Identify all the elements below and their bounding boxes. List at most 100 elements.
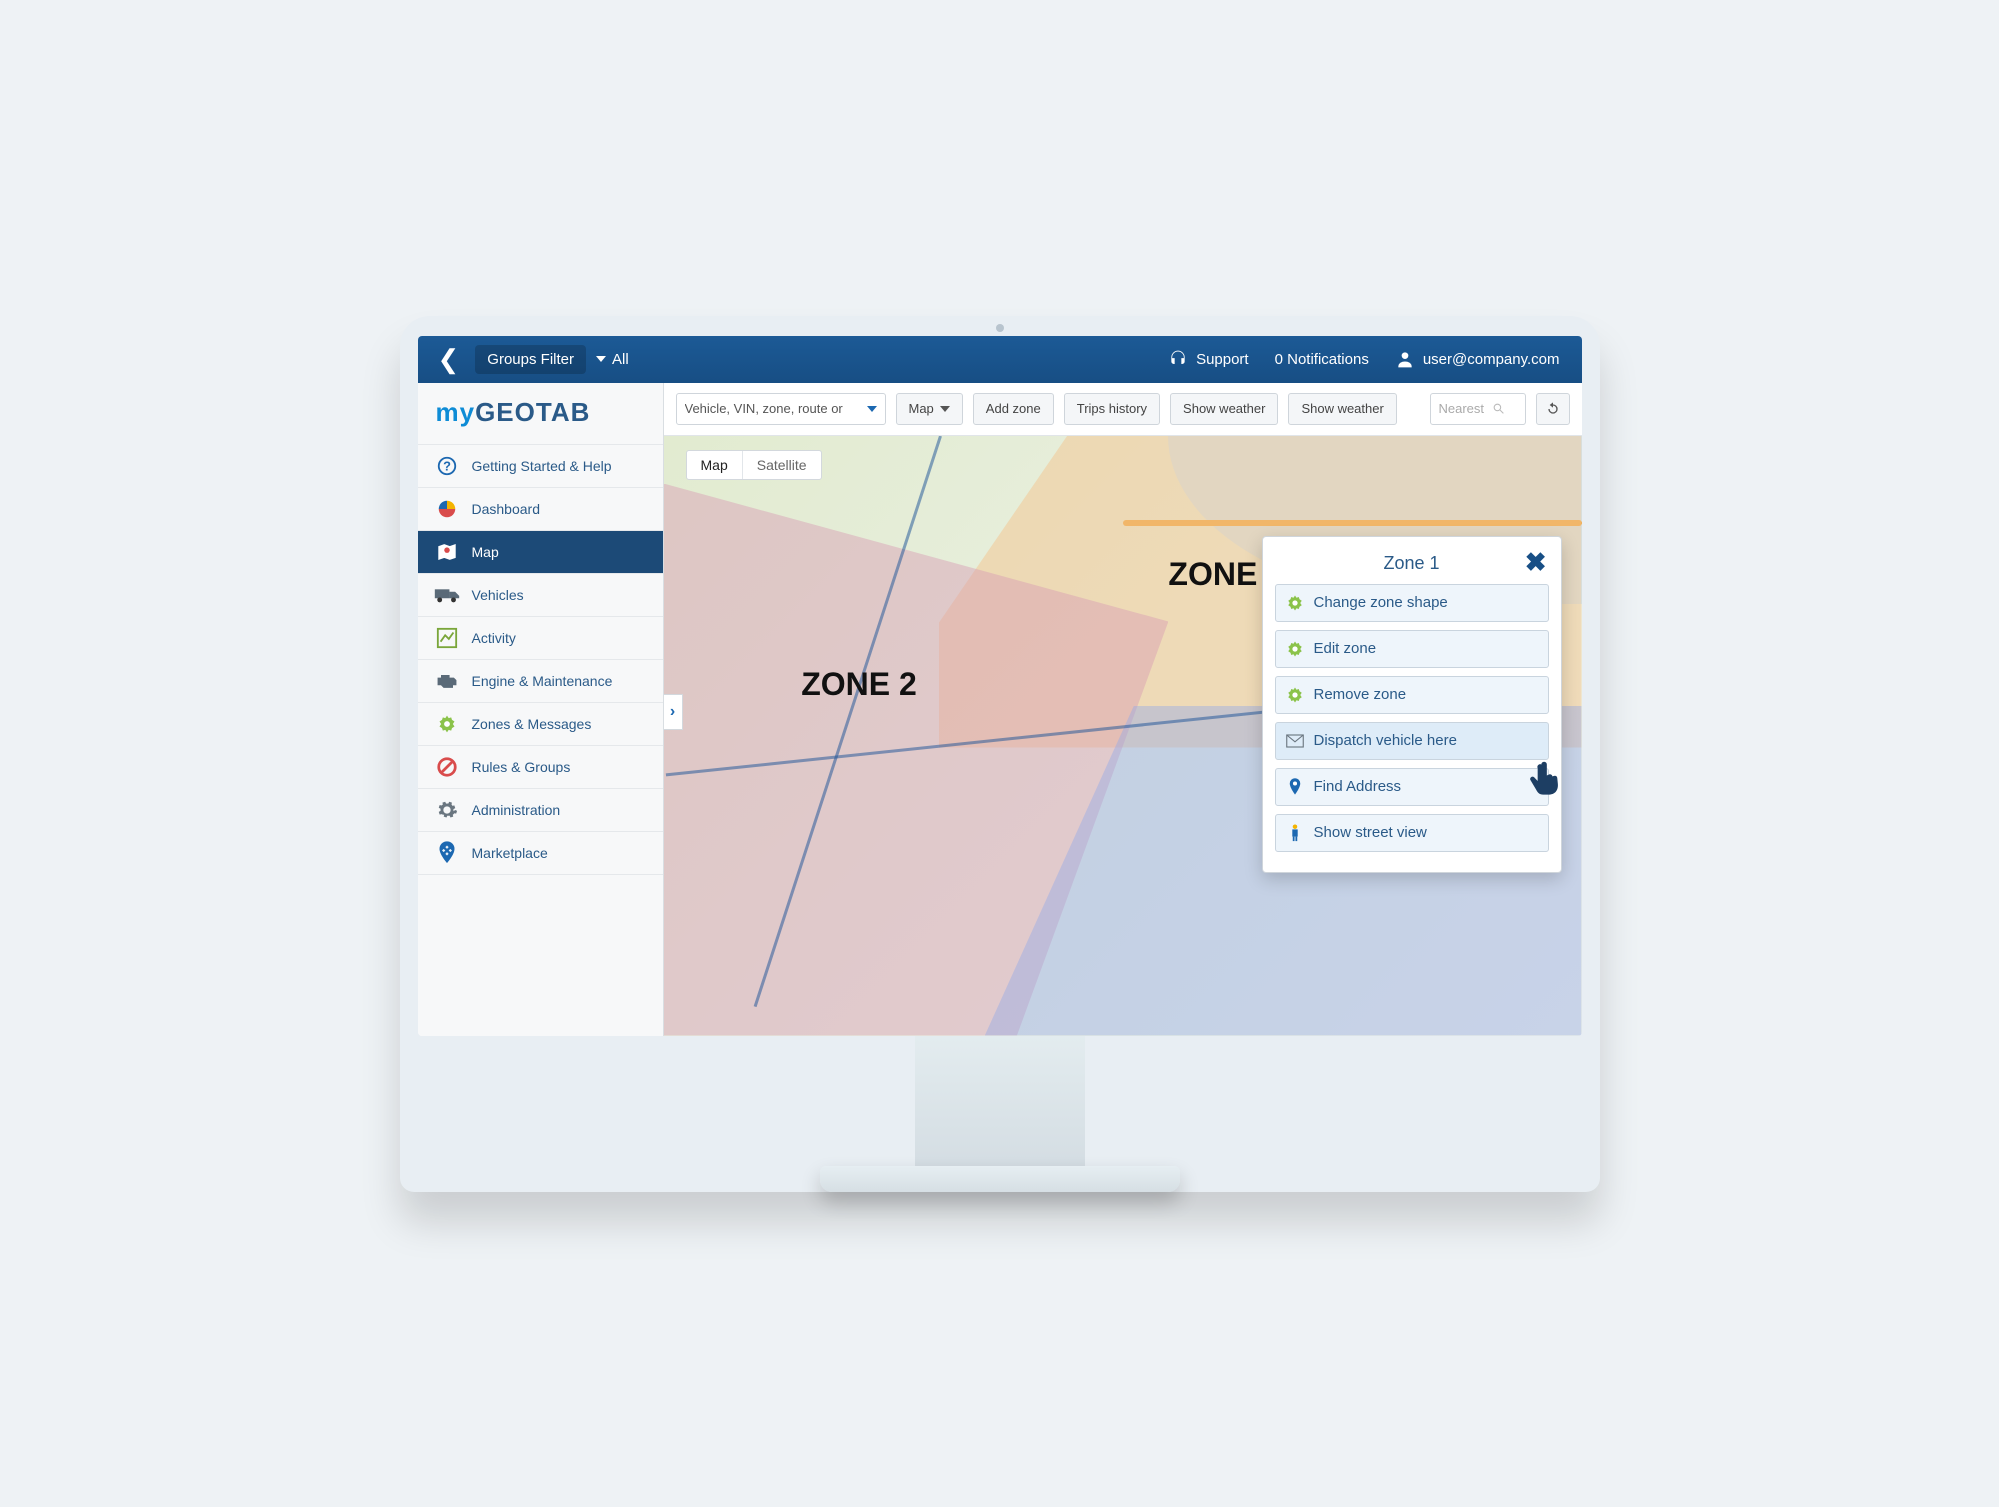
- headset-icon: [1168, 349, 1188, 369]
- main: Vehicle, VIN, zone, route or Map Add zon…: [664, 383, 1582, 1036]
- add-zone-button[interactable]: Add zone: [973, 393, 1054, 425]
- sidebar-item-label: Vehicles: [472, 587, 524, 603]
- user-icon: [1395, 349, 1415, 369]
- map-type-satellite[interactable]: Satellite: [743, 451, 821, 479]
- sidebar-item-label: Rules & Groups: [472, 759, 571, 775]
- sidebar-item-vehicles[interactable]: Vehicles: [418, 574, 663, 617]
- gear-green-icon: [1286, 594, 1304, 612]
- sidebar-item-activity[interactable]: Activity: [418, 617, 663, 660]
- sidebar-item-label: Activity: [472, 630, 516, 646]
- sidebar-item-label: Marketplace: [472, 845, 548, 861]
- app-body: myGEOTAB ? Getting Started & Help Dashboar…: [418, 383, 1582, 1036]
- no-icon: [434, 756, 460, 778]
- chevron-down-icon: [596, 356, 606, 362]
- show-weather-button-2[interactable]: Show weather: [1288, 393, 1396, 425]
- sidebar-item-engine-maintenance[interactable]: Engine & Maintenance: [418, 660, 663, 703]
- nav-list: ? Getting Started & Help Dashboard Map Vehic…: [418, 445, 663, 875]
- popup-item-label: Change zone shape: [1314, 594, 1448, 611]
- logo-my: my: [436, 397, 476, 427]
- popup-item-label: Show street view: [1314, 824, 1427, 841]
- search-icon: [1492, 402, 1505, 415]
- gear-green-icon: [1286, 640, 1304, 658]
- sidebar-collapse-handle[interactable]: ›: [664, 694, 683, 730]
- chart-icon: [434, 627, 460, 649]
- sidebar-item-administration[interactable]: Administration: [418, 789, 663, 832]
- close-icon[interactable]: ✖: [1525, 547, 1547, 578]
- sidebar-item-label: Administration: [472, 802, 561, 818]
- pie-icon: [434, 498, 460, 520]
- map-btn-label: Map: [909, 401, 934, 416]
- person-icon: [1286, 824, 1304, 842]
- map-type-toggle: Map Satellite: [686, 450, 822, 480]
- refresh-button[interactable]: [1536, 393, 1570, 425]
- popup-item-find-address[interactable]: Find Address: [1275, 768, 1549, 806]
- camera-dot: [996, 324, 1004, 332]
- sidebar-item-getting-started-help[interactable]: ? Getting Started & Help: [418, 445, 663, 488]
- sidebar-item-label: Zones & Messages: [472, 716, 592, 732]
- popup-item-label: Edit zone: [1314, 640, 1377, 657]
- gear-green-icon: [1286, 686, 1304, 704]
- nearest-placeholder: Nearest: [1439, 401, 1485, 416]
- trips-history-button[interactable]: Trips history: [1064, 393, 1160, 425]
- toolbar: Vehicle, VIN, zone, route or Map Add zon…: [664, 383, 1582, 436]
- popup-item-edit-zone[interactable]: Edit zone: [1275, 630, 1549, 668]
- zone-context-popup: Zone 1 ✖ Change zone shape Edit zone Remov…: [1262, 536, 1562, 873]
- map-icon: [434, 541, 460, 563]
- topbar: ❮ Groups Filter All Support 0 Notificati…: [418, 336, 1582, 383]
- map-view-dropdown[interactable]: Map: [896, 393, 963, 425]
- sidebar-item-dashboard[interactable]: Dashboard: [418, 488, 663, 531]
- search-placeholder: Vehicle, VIN, zone, route or: [685, 401, 859, 416]
- sidebar-item-label: Engine & Maintenance: [472, 673, 613, 689]
- popup-item-dispatch-vehicle-here[interactable]: Dispatch vehicle here: [1275, 722, 1549, 760]
- logo: myGEOTAB: [418, 383, 663, 445]
- monitor-stand-base: [820, 1166, 1180, 1192]
- map-area[interactable]: ZONE 1 ZONE 2 Map Satellite › Zone 1 ✖ C…: [664, 436, 1582, 1036]
- all-label: All: [612, 351, 629, 368]
- map-type-map[interactable]: Map: [687, 451, 743, 479]
- popup-item-label: Find Address: [1314, 778, 1402, 795]
- cog-icon: [434, 799, 460, 821]
- sidebar-item-rules-groups[interactable]: Rules & Groups: [418, 746, 663, 789]
- nearest-input[interactable]: Nearest: [1430, 393, 1526, 425]
- sidebar-item-label: Getting Started & Help: [472, 458, 612, 474]
- sidebar-item-map[interactable]: Map: [418, 531, 663, 574]
- engine-icon: [434, 670, 460, 692]
- monitor-frame: ❮ Groups Filter All Support 0 Notificati…: [400, 316, 1600, 1192]
- help-icon: ?: [434, 455, 460, 477]
- popup-item-label: Dispatch vehicle here: [1314, 732, 1457, 749]
- pin-blue-icon: [1286, 778, 1304, 796]
- support-label: Support: [1196, 351, 1249, 368]
- pointer-cursor-icon: [1523, 759, 1567, 803]
- gear-green-icon: [434, 713, 460, 735]
- all-dropdown[interactable]: All: [596, 351, 629, 368]
- chevron-down-icon: [940, 406, 950, 412]
- svg-text:?: ?: [443, 458, 451, 473]
- sidebar: myGEOTAB ? Getting Started & Help Dashboar…: [418, 383, 664, 1036]
- sidebar-item-label: Dashboard: [472, 501, 541, 517]
- monitor-stand-neck: [915, 1036, 1085, 1166]
- show-weather-button-1[interactable]: Show weather: [1170, 393, 1278, 425]
- popup-item-change-zone-shape[interactable]: Change zone shape: [1275, 584, 1549, 622]
- popup-item-remove-zone[interactable]: Remove zone: [1275, 676, 1549, 714]
- sidebar-item-marketplace[interactable]: Marketplace: [418, 832, 663, 875]
- sidebar-item-label: Map: [472, 544, 499, 560]
- popup-item-show-street-view[interactable]: Show street view: [1275, 814, 1549, 852]
- popup-title: Zone 1: [1383, 553, 1439, 574]
- truck-icon: [434, 584, 460, 606]
- logo-geo: GEOTAB: [475, 397, 590, 427]
- support-link[interactable]: Support: [1160, 349, 1257, 369]
- back-button[interactable]: ❮: [432, 344, 466, 375]
- popup-item-label: Remove zone: [1314, 686, 1407, 703]
- app-screen: ❮ Groups Filter All Support 0 Notificati…: [418, 336, 1582, 1036]
- mail-icon: [1286, 732, 1304, 750]
- pin-icon: [434, 842, 460, 864]
- refresh-icon: [1545, 401, 1561, 417]
- zone2-map-label: ZONE 2: [801, 666, 917, 703]
- chevron-down-icon: [867, 406, 877, 412]
- notifications-link[interactable]: 0 Notifications: [1267, 351, 1377, 368]
- user-menu[interactable]: user@company.com: [1387, 349, 1568, 369]
- groups-filter-dropdown[interactable]: Groups Filter: [475, 345, 586, 374]
- notifications-label: 0 Notifications: [1275, 351, 1369, 368]
- search-input[interactable]: Vehicle, VIN, zone, route or: [676, 393, 886, 425]
- sidebar-item-zones-messages[interactable]: Zones & Messages: [418, 703, 663, 746]
